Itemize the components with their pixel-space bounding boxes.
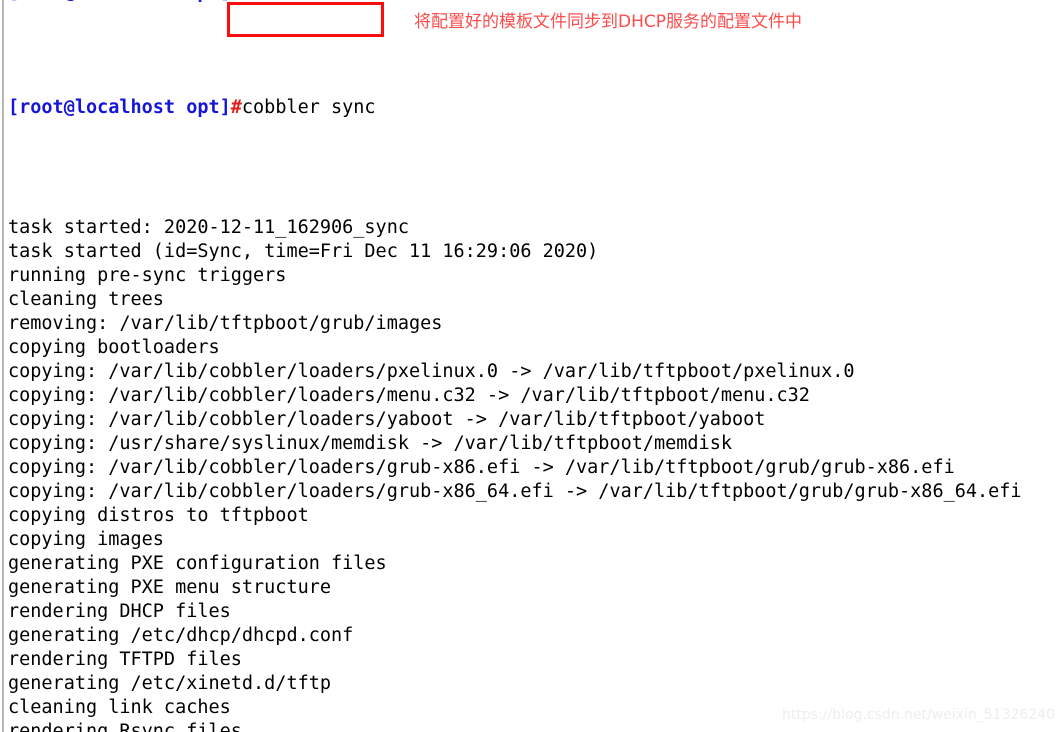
prompt-hash-symbol: #	[230, 97, 242, 118]
terminal-output-area[interactable]: [root@localhost opt]#cobbler sync task s…	[8, 0, 1058, 732]
terminal-output-line: copying: /usr/share/syslinux/memdisk -> …	[8, 433, 732, 454]
terminal-screenshot: [root@localhost opt]# [root@localhost op…	[0, 0, 1063, 732]
terminal-output-line: generating /etc/xinetd.d/tftp	[8, 673, 332, 694]
terminal-output-line: removing: /var/lib/tftpboot/grub/images	[8, 313, 443, 334]
prompt-host: [root@localhost opt]	[8, 97, 231, 118]
terminal-output-line: copying: /var/lib/cobbler/loaders/grub-x…	[8, 481, 1022, 502]
terminal-output-line: copying: /var/lib/cobbler/loaders/yaboot…	[8, 409, 766, 430]
terminal-left-scrollbar-edge[interactable]	[2, 0, 4, 732]
terminal-output-line: cleaning trees	[8, 289, 164, 310]
terminal-output-line: rendering TFTPD files	[8, 649, 242, 670]
terminal-output-line: copying bootloaders	[8, 337, 220, 358]
terminal-output-line: generating PXE menu structure	[8, 577, 332, 598]
terminal-output-line: copying images	[8, 529, 164, 550]
command-highlight-rectangle	[227, 2, 384, 37]
terminal-output-line: running pre-sync triggers	[8, 265, 287, 286]
csdn-watermark: https://blog.csdn.net/weixin_51326240	[781, 707, 1055, 723]
terminal-output-line: generating /etc/dhcp/dhcpd.conf	[8, 625, 354, 646]
terminal-output-line: task started: 2020-12-11_162906_sync	[8, 217, 409, 238]
typed-command[interactable]: cobbler sync	[242, 97, 376, 118]
command-prompt-line: [root@localhost opt]#cobbler sync	[8, 96, 1058, 120]
terminal-output-line: copying: /var/lib/cobbler/loaders/grub-x…	[8, 457, 955, 478]
red-annotation-text: 将配置好的模板文件同步到DHCP服务的配置文件中	[414, 12, 802, 32]
terminal-output-line: rendering DHCP files	[8, 601, 231, 622]
terminal-output-line: copying: /var/lib/cobbler/loaders/pxelin…	[8, 361, 855, 382]
terminal-output-line: generating PXE configuration files	[8, 553, 387, 574]
output-line-list: task started: 2020-12-11_162906_synctask…	[8, 216, 1058, 732]
terminal-output-line: task started (id=Sync, time=Fri Dec 11 1…	[8, 241, 599, 262]
terminal-output-line: copying: /var/lib/cobbler/loaders/menu.c…	[8, 385, 810, 406]
terminal-output-line: copying distros to tftpboot	[8, 505, 309, 526]
